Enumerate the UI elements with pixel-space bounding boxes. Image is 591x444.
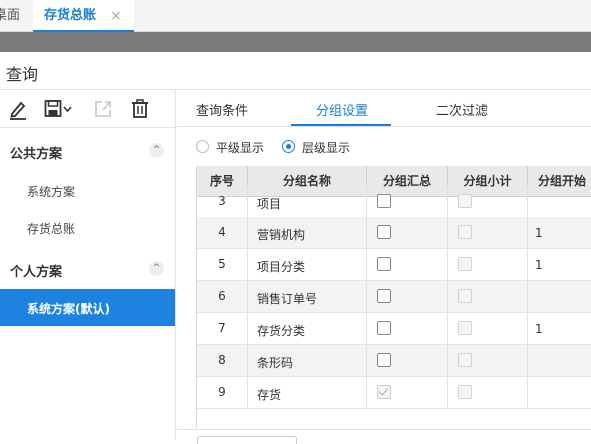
seq-cell: 6: [197, 281, 248, 312]
group-name-cell: 项目分类: [248, 249, 367, 280]
group-settings-table: 序号 分组名称 分组汇总 分组小计 分组开始 3 项目 4 营销机构 1 5 项目分类 1 6 销…: [196, 166, 591, 428]
group-name-cell: 存货: [248, 377, 367, 408]
chevron-up-icon[interactable]: ^: [149, 261, 164, 276]
export-icon[interactable]: [94, 98, 112, 120]
group-start-cell[interactable]: 1: [528, 217, 591, 248]
tab-inventory-ledger[interactable]: 存货总账 ×: [33, 0, 134, 32]
subtotal-checkbox[interactable]: [458, 257, 472, 271]
tab-bar: 桌面 存货总账 ×: [0, 0, 591, 32]
scheme-sidebar: 公共方案 ^ 系统方案 存货总账 个人方案 ^ 系统方案(默认): [0, 90, 176, 440]
summary-cell: [367, 281, 448, 312]
scheme-item-system[interactable]: 系统方案: [0, 172, 175, 209]
seq-cell: 5: [197, 249, 248, 280]
summary-cell: [367, 249, 448, 280]
seq-cell: 4: [197, 217, 248, 248]
group-name-cell: 存货分类: [248, 313, 367, 344]
summary-checkbox[interactable]: [377, 257, 391, 271]
group-label: 个人方案: [10, 265, 63, 280]
summary-checkbox[interactable]: [377, 194, 391, 208]
table-row[interactable]: 5 项目分类 1: [197, 249, 591, 281]
group-start-cell[interactable]: [528, 377, 591, 408]
group-start-cell[interactable]: [528, 281, 591, 312]
tab-group-settings[interactable]: 分组设置: [316, 100, 368, 119]
scheme-item-inventory-ledger[interactable]: 存货总账: [0, 209, 175, 246]
table-row[interactable]: 3 项目: [197, 186, 591, 218]
subtotal-cell: [448, 281, 528, 312]
summary-checkbox[interactable]: [377, 321, 391, 335]
summary-checkbox[interactable]: [377, 385, 391, 399]
summary-checkbox[interactable]: [377, 289, 391, 303]
group-personal-schemes[interactable]: 个人方案 ^: [0, 251, 176, 287]
scheme-item-system-default[interactable]: 系统方案(默认): [0, 289, 175, 326]
title-strip: [0, 32, 591, 52]
summary-cell: [367, 217, 448, 248]
tab-home[interactable]: 桌面: [0, 0, 20, 31]
tab-query-conditions[interactable]: 查询条件: [196, 100, 248, 119]
subtotal-cell: [448, 186, 528, 217]
dialog-header: 查询: [0, 52, 591, 90]
group-start-cell[interactable]: 1: [528, 249, 591, 280]
edit-icon[interactable]: [9, 98, 27, 120]
subtotal-cell: [448, 313, 528, 344]
subtotal-cell: [448, 377, 528, 408]
group-name-cell: 营销机构: [248, 217, 367, 248]
table-row[interactable]: 9 存货: [197, 377, 591, 409]
seq-cell: 3: [197, 186, 248, 217]
table-row[interactable]: 8 条形码: [197, 345, 591, 377]
footer-button[interactable]: [197, 436, 297, 444]
close-icon[interactable]: ×: [110, 0, 122, 32]
table-row[interactable]: 4 营销机构 1: [197, 217, 591, 249]
seq-cell: 8: [197, 345, 248, 376]
table-row[interactable]: 7 存货分类 1: [197, 313, 591, 345]
summary-cell: [367, 377, 448, 408]
subtotal-checkbox[interactable]: [458, 353, 472, 367]
group-start-cell[interactable]: [528, 186, 591, 217]
active-tab-underline: [291, 124, 391, 126]
panel-tabs: 查询条件 分组设置 二次过滤: [177, 90, 591, 127]
group-public-schemes[interactable]: 公共方案 ^: [0, 133, 176, 169]
settings-panel: 查询条件 分组设置 二次过滤 平级显示 层级显示 序号 分组名称 分组汇总 分组…: [177, 90, 591, 444]
group-start-cell[interactable]: 1: [528, 313, 591, 344]
table-row[interactable]: 6 销售订单号: [197, 281, 591, 313]
group-start-cell[interactable]: [528, 345, 591, 376]
tab-secondary-filter[interactable]: 二次过滤: [436, 100, 488, 119]
subtotal-cell: [448, 217, 528, 248]
subtotal-cell: [448, 249, 528, 280]
subtotal-cell: [448, 345, 528, 376]
tab-label: 存货总账: [44, 8, 97, 23]
divider: [177, 429, 591, 430]
summary-cell: [367, 313, 448, 344]
summary-cell: [367, 345, 448, 376]
subtotal-checkbox[interactable]: [458, 321, 472, 335]
subtotal-checkbox[interactable]: [458, 289, 472, 303]
summary-cell: [367, 186, 448, 217]
subtotal-checkbox[interactable]: [458, 225, 472, 239]
radio-circle: [196, 140, 209, 153]
chevron-up-icon[interactable]: ^: [149, 143, 164, 158]
group-name-cell: 销售订单号: [248, 281, 367, 312]
page-title: 查询: [6, 65, 39, 84]
sidebar-toolbar: [0, 90, 176, 128]
subtotal-checkbox[interactable]: [458, 385, 472, 399]
group-name-cell: 条形码: [248, 345, 367, 376]
seq-cell: 7: [197, 313, 248, 344]
seq-cell: 9: [197, 377, 248, 408]
subtotal-checkbox[interactable]: [458, 194, 472, 208]
summary-checkbox[interactable]: [377, 353, 391, 367]
group-name-cell: 项目: [248, 186, 367, 217]
save-icon[interactable]: [44, 98, 74, 120]
delete-icon[interactable]: [131, 98, 149, 120]
summary-checkbox[interactable]: [377, 225, 391, 239]
group-label: 公共方案: [10, 147, 63, 162]
radio-circle: [282, 140, 295, 153]
